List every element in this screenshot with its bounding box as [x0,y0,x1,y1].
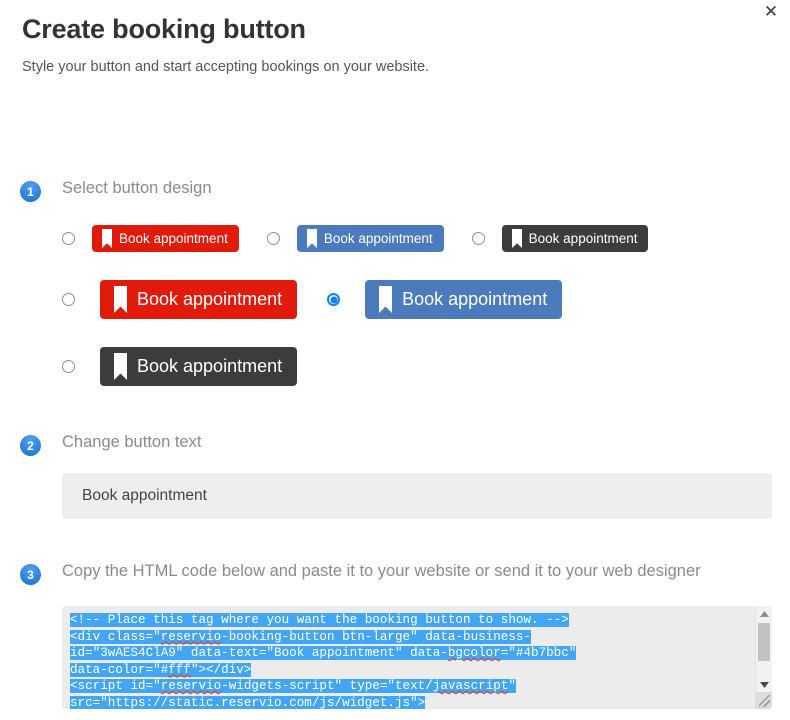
radio-dark-small[interactable] [471,232,485,245]
design-option-row: Book appointment Book appointment Book app… [62,225,790,252]
booking-button-label: Book appointment [402,289,548,309]
radio-dark-large[interactable] [62,360,75,373]
step-1-label: Select button design [62,179,212,197]
design-option-dark-large[interactable]: Book appointment [62,347,298,386]
booking-button-preview-red-small[interactable]: Book appointment [92,225,239,252]
code-line: src="https://static.reservio.com/js/widg… [70,695,426,709]
radio-red-large[interactable] [62,293,75,306]
design-option-blue-small[interactable]: Book appointment [266,225,444,252]
step-1-header: 1 Select button design [0,178,790,202]
booking-button-preview-blue-large[interactable]: Book appointment [365,280,563,319]
design-option-red-small[interactable]: Book appointment [62,225,239,252]
button-design-options: Book appointment Book appointment Book app… [0,225,790,386]
booking-button-preview-dark-large[interactable]: Book appointment [100,347,298,386]
button-text-input[interactable]: Book appointment [62,473,772,519]
booking-button-label: Book appointment [323,231,433,246]
bookmark-icon [100,353,132,380]
triangle-up-icon[interactable] [756,606,772,621]
booking-button-label: Book appointment [528,231,638,246]
booking-button-label: Book appointment [137,356,283,376]
page-subtitle: Style your button and start accepting bo… [22,59,430,75]
design-option-row: Book appointment [62,347,790,386]
scrollbar-thumb[interactable] [758,623,770,661]
scrollbar-track[interactable] [756,621,772,677]
design-option-red-large[interactable]: Book appointment [62,280,298,319]
radio-red-small[interactable] [62,232,75,245]
code-line: id="3wAES4ClA9" data-text="Book appointm… [70,646,577,660]
bookmark-icon [502,229,526,248]
booking-button-label: Book appointment [137,289,283,309]
page-title: Create booking button [22,14,306,44]
bookmark-icon [100,286,132,313]
code-scrollbar[interactable] [755,606,772,709]
booking-button-preview-red-large[interactable]: Book appointment [100,280,298,319]
code-line: <script id="reservio-widgets-script" typ… [70,679,516,693]
triangle-down-icon[interactable] [756,677,772,692]
embed-code-textarea[interactable]: <!-- Place this tag where you want the b… [62,606,772,709]
radio-blue-large[interactable] [327,293,341,306]
booking-button-label: Book appointment [119,231,228,246]
bookmark-icon [297,229,321,248]
code-line: data-color="#fff"></div> [70,662,252,677]
code-line: <div class="reservio-booking-button btn-… [70,629,532,644]
bookmark-icon [92,229,116,248]
embed-code-content[interactable]: <!-- Place this tag where you want the b… [62,606,755,709]
step-3-badge: 3 [20,564,41,585]
step-3-label: Copy the HTML code below and paste it to… [62,562,701,580]
booking-button-preview-dark-small[interactable]: Book appointment [501,225,649,252]
step-3-header: 3 Copy the HTML code below and paste it … [0,561,790,585]
step-2-label: Change button text [62,433,202,451]
close-icon[interactable]: ✕ [760,0,782,22]
booking-button-preview-blue-small[interactable]: Book appointment [296,225,444,252]
code-line: <!-- Place this tag where you want the b… [70,613,569,627]
radio-blue-small[interactable] [266,232,280,245]
design-option-dark-small[interactable]: Book appointment [471,225,649,252]
step-2-header: 2 Change button text [0,432,790,456]
bookmark-icon [365,286,397,313]
create-booking-button-modal: ✕ Create booking button Style your butto… [0,0,790,720]
design-option-blue-large[interactable]: Book appointment [327,280,563,319]
step-2-badge: 2 [20,435,41,456]
step-1-badge: 1 [20,181,41,202]
resize-grip-icon[interactable] [756,692,772,709]
design-option-row: Book appointment Book appointment [62,280,790,319]
